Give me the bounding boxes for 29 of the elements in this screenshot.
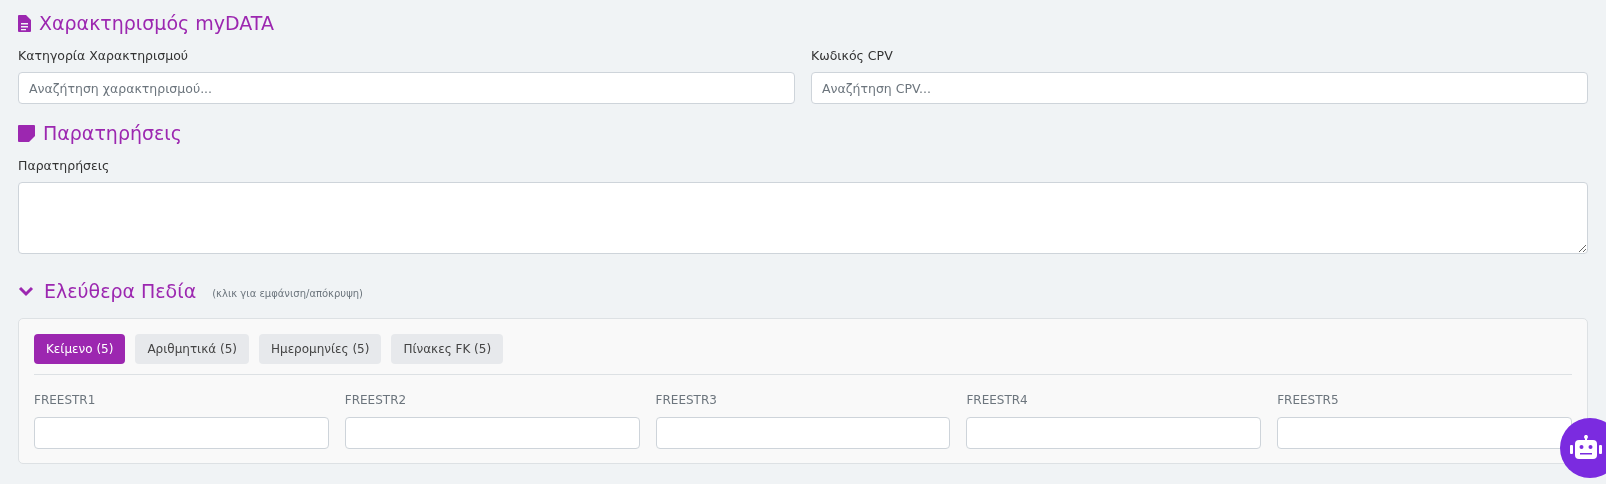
- search-field[interactable]: Αναζήτηση CPV...: [811, 72, 1588, 104]
- notes-field[interactable]: [18, 182, 1588, 254]
- section-title: Παρατηρήσεις: [43, 122, 182, 144]
- toggle-hint: (κλικ για εμφάνιση/απόκρυψη): [212, 287, 363, 299]
- field-label: FREESTR1: [34, 393, 97, 407]
- field-label: Κατηγορία Χαρακτηρισμού: [18, 48, 190, 63]
- search-field[interactable]: Αναζήτηση χαρακτηρισμού...: [18, 72, 795, 104]
- field-label: FREESTR5: [1277, 393, 1340, 407]
- chevron-icon[interactable]: [18, 285, 34, 297]
- field-label: FREESTR3: [655, 393, 718, 407]
- section-title[interactable]: Ελεύθερα Πεδία: [44, 280, 197, 302]
- note-icon: [18, 124, 35, 142]
- tab[interactable]: Πίνακες FK (5): [391, 334, 504, 364]
- field-label: Κωδικός CPV: [811, 48, 894, 63]
- text-field[interactable]: [966, 417, 1262, 449]
- field-label: FREESTR2: [344, 393, 408, 407]
- tab[interactable]: Κείμενο (5): [34, 334, 126, 364]
- document-icon: [18, 14, 31, 32]
- text-field[interactable]: [344, 417, 640, 449]
- tab[interactable]: Ημερομηνίες (5): [258, 334, 382, 364]
- text-field[interactable]: [1277, 417, 1572, 449]
- tab[interactable]: Αριθμητικά (5): [135, 334, 249, 364]
- field-label: FREESTR4: [966, 393, 1029, 407]
- text-field[interactable]: [655, 417, 951, 449]
- text-field[interactable]: [34, 417, 329, 449]
- robot-icon: [1570, 435, 1602, 461]
- section-title: Χαρακτηρισμός myDATA: [39, 12, 274, 34]
- chatbot-button[interactable]: [1560, 418, 1606, 478]
- field-label: Παρατηρήσεις: [18, 158, 111, 173]
